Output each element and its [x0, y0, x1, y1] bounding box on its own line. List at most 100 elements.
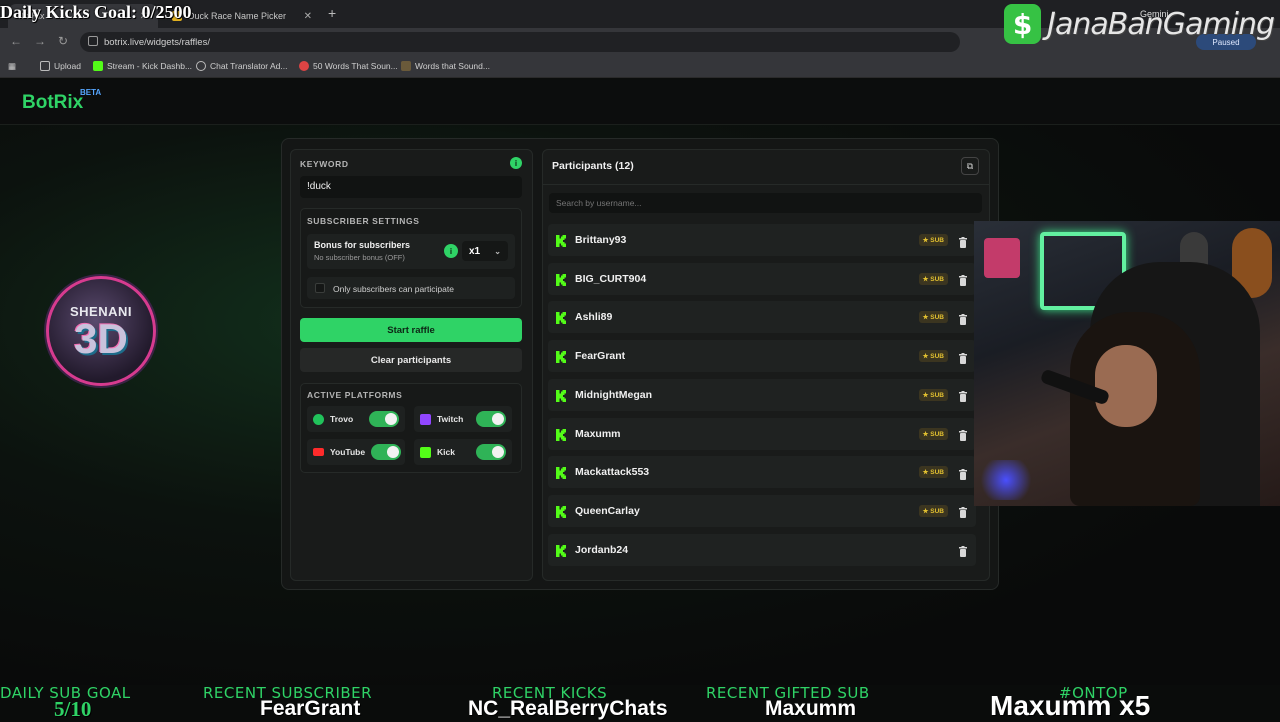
- folder-icon: [40, 61, 50, 71]
- start-raffle-button[interactable]: Start raffle: [300, 318, 522, 342]
- copy-icon[interactable]: ⧉: [961, 157, 979, 175]
- url-text: botrix.live/widgets/raffles/: [104, 36, 210, 48]
- kick-icon: [556, 428, 567, 441]
- participant-search-input[interactable]: [549, 193, 982, 213]
- twitch-icon: [420, 413, 431, 425]
- platform-name: YouTube: [330, 447, 366, 457]
- bookmark-label: 50 Words That Soun...: [313, 61, 398, 71]
- trash-icon[interactable]: [958, 428, 968, 441]
- bookmark-words-sound[interactable]: Words that Sound...: [401, 61, 490, 71]
- clear-participants-button[interactable]: Clear participants: [300, 348, 522, 372]
- divider: [543, 184, 989, 185]
- participant-row: Jordanb24: [548, 533, 976, 566]
- bookmark-50-words[interactable]: 50 Words That Soun...: [299, 61, 398, 71]
- sub-badge: ★ SUB: [918, 388, 948, 401]
- participant-name: QueenCarlay: [575, 504, 640, 517]
- webcam-light: [976, 460, 1036, 500]
- close-icon[interactable]: ✕: [304, 11, 312, 22]
- participant-row: MidnightMegan ★ SUB: [548, 378, 976, 411]
- bookmark-kick-dashboard[interactable]: Stream - Kick Dashb...: [93, 61, 192, 71]
- sub-badge-label: SUB: [930, 275, 944, 283]
- trash-icon[interactable]: [958, 351, 968, 364]
- participant-row: BIG_CURT904 ★ SUB: [548, 262, 976, 295]
- trash-icon[interactable]: [958, 273, 968, 287]
- sub-badge: ★ SUB: [918, 272, 948, 285]
- platform-trovo: Trovo: [307, 406, 405, 432]
- site-icon: [401, 61, 411, 71]
- sub-badge-label: SUB: [930, 314, 944, 322]
- participant-name: Jordanb24: [575, 543, 629, 556]
- webcam-poster: [984, 238, 1020, 278]
- site-info-icon[interactable]: [88, 36, 98, 46]
- apps-icon[interactable]: ▦: [8, 61, 16, 72]
- trash-icon[interactable]: [958, 312, 968, 325]
- ticker-value: NC_RealBerryChats: [468, 697, 668, 720]
- youtube-icon: [313, 448, 324, 456]
- participant-name: Brittany93: [575, 234, 627, 246]
- tab-title: Duck Race Name Picker: [188, 11, 287, 21]
- participant-name: FearGrant: [575, 350, 626, 363]
- trovo-icon: [313, 413, 324, 425]
- only-subscribers-label: Only subscribers can participate: [333, 284, 454, 294]
- trovo-toggle[interactable]: [369, 411, 399, 427]
- multiplier-value: x1: [469, 245, 481, 257]
- kick-icon: [556, 273, 567, 286]
- dollar-icon: $: [1004, 4, 1042, 44]
- forward-icon[interactable]: →: [34, 34, 46, 48]
- trash-icon[interactable]: [958, 389, 968, 403]
- new-tab-icon[interactable]: +: [328, 5, 336, 21]
- ticker-value: FearGrant: [260, 697, 361, 720]
- chevron-down-icon: ⌄: [494, 246, 501, 256]
- platform-name: Kick: [437, 447, 455, 457]
- trash-icon[interactable]: [958, 544, 968, 558]
- participant-name: MidnightMegan: [575, 388, 652, 401]
- only-subscribers-checkbox[interactable]: [315, 283, 325, 293]
- bookmark-label: Chat Translator Ad...: [210, 61, 288, 71]
- participant-row: Ashli89 ★ SUB: [548, 301, 976, 334]
- participant-name: Ashli89: [575, 311, 613, 324]
- bookmark-label: Words that Sound...: [415, 61, 490, 71]
- app-header: [0, 80, 1280, 125]
- twitch-toggle[interactable]: [476, 411, 506, 427]
- participant-name: Maxumm: [575, 427, 621, 440]
- reload-icon[interactable]: ↻: [58, 34, 68, 48]
- sub-badge-label: SUB: [930, 391, 944, 399]
- youtube-toggle[interactable]: [371, 444, 402, 460]
- kick-icon: [556, 311, 567, 325]
- subscriber-settings-label: SUBSCRIBER SETTINGS: [307, 216, 420, 226]
- sub-badge: ★ SUB: [918, 504, 948, 517]
- sub-badge-label: SUB: [930, 237, 944, 244]
- ticker-value: Maxumm x5: [990, 690, 1151, 721]
- participant-row: Brittany93 ★ SUB: [548, 224, 976, 256]
- webcam-face: [1095, 345, 1157, 427]
- sub-badge: ★ SUB: [918, 427, 948, 440]
- info-icon[interactable]: i: [510, 157, 522, 169]
- bookmark-label: Upload: [54, 61, 81, 71]
- info-icon[interactable]: i: [444, 244, 458, 258]
- trash-icon[interactable]: [958, 235, 968, 248]
- platform-youtube: YouTube: [307, 439, 405, 465]
- back-icon[interactable]: ←: [10, 34, 22, 48]
- sub-badge: ★ SUB: [918, 234, 948, 246]
- platform-kick: Kick: [414, 439, 512, 465]
- sub-badge-label: SUB: [930, 430, 944, 438]
- trash-icon[interactable]: [958, 467, 968, 480]
- trash-icon[interactable]: [958, 505, 968, 519]
- kick-icon: [556, 505, 567, 518]
- shenani-3d-badge: SHENANI 3D: [46, 276, 156, 386]
- bookmark-chat-translator[interactable]: Chat Translator Ad...: [196, 61, 287, 71]
- ticker-value: 5/10: [54, 697, 92, 721]
- kick-toggle[interactable]: [476, 444, 506, 460]
- kicks-goal-text: Daily Kicks Goal: 0/2500: [0, 2, 192, 22]
- participant-row: Maxumm ★ SUB: [548, 417, 976, 450]
- url-field[interactable]: botrix.live/widgets/raffles/: [80, 32, 960, 52]
- sub-badge: ★ SUB: [918, 311, 948, 324]
- bookmark-upload[interactable]: Upload: [40, 61, 81, 71]
- multiplier-select[interactable]: x1 ⌄: [462, 241, 508, 261]
- botrix-logo[interactable]: BotRix: [22, 92, 83, 114]
- keyword-input[interactable]: !duck: [300, 176, 522, 198]
- bookmark-label: Stream - Kick Dashb...: [107, 61, 193, 71]
- active-platforms-label: ACTIVE PLATFORMS: [307, 390, 403, 400]
- participant-row: FearGrant ★ SUB: [548, 340, 976, 373]
- kick-icon: [556, 234, 567, 247]
